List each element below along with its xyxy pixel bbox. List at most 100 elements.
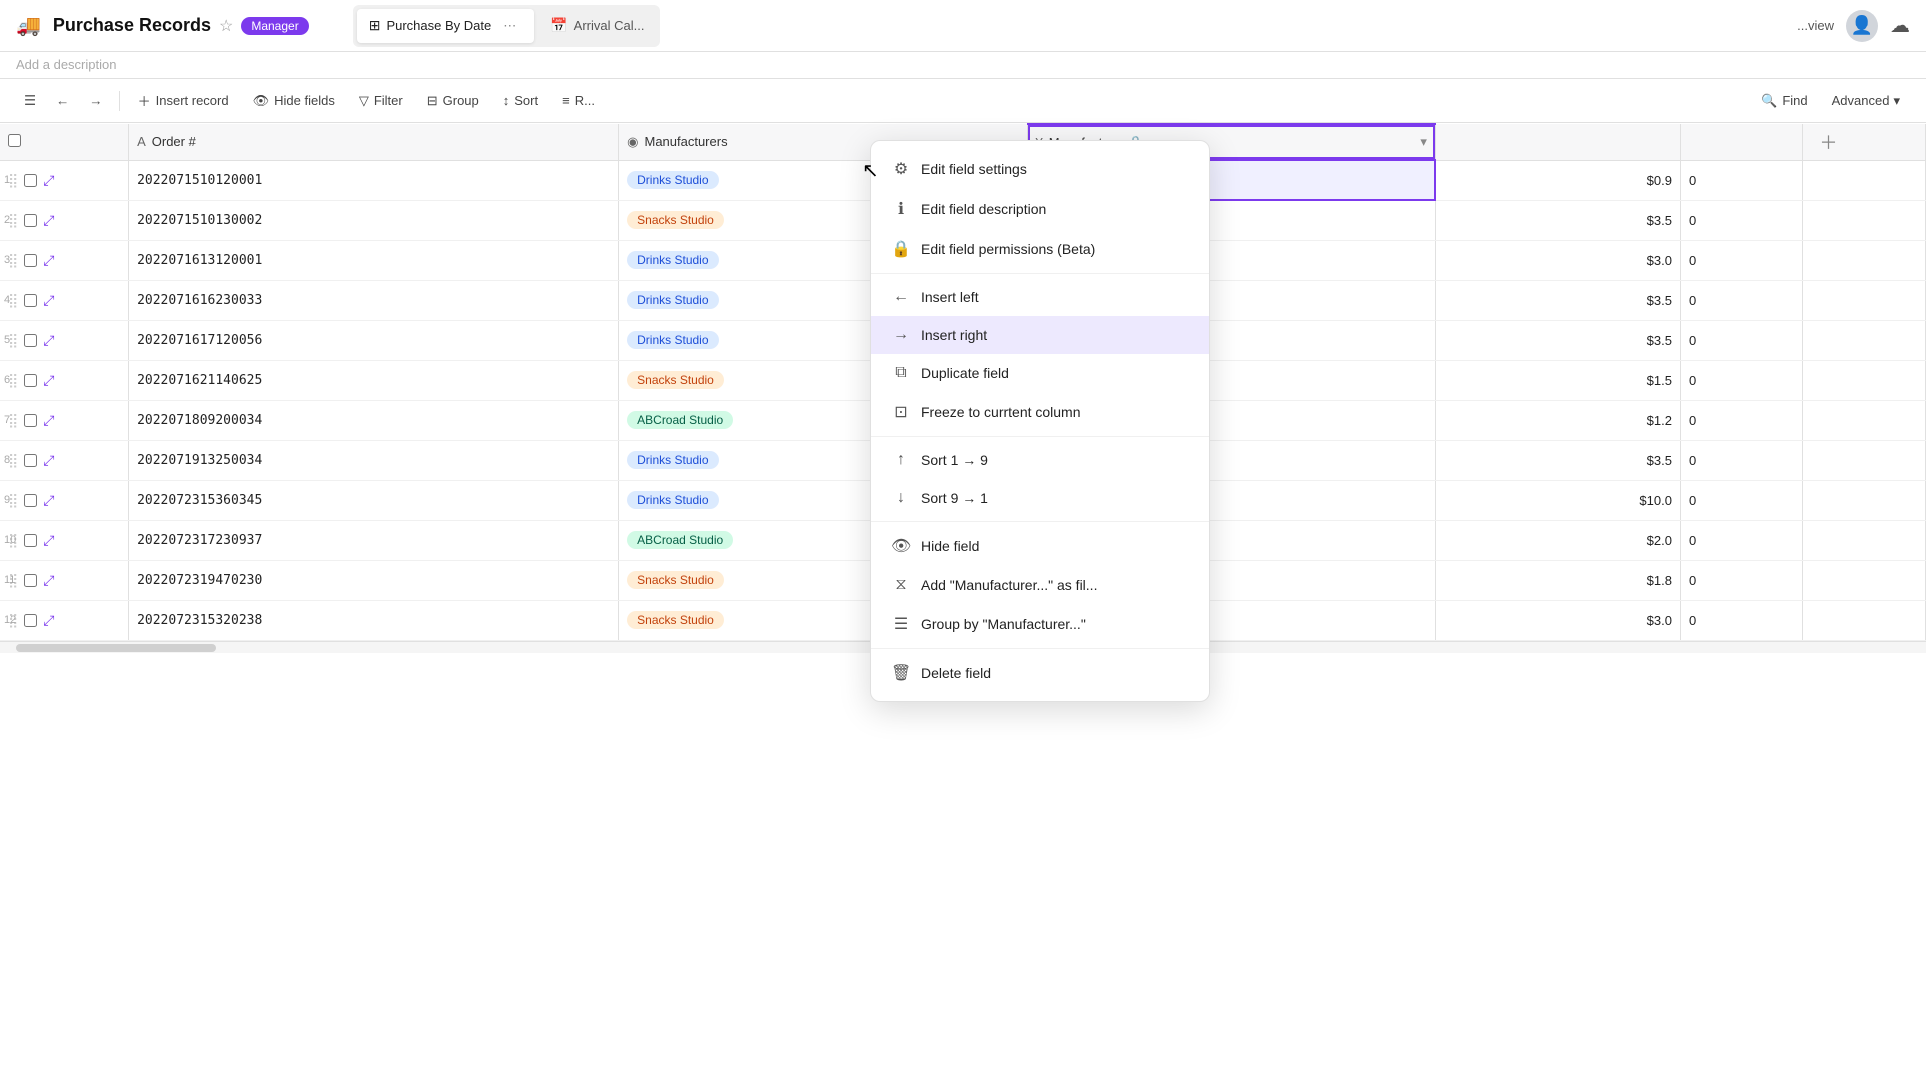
- menu-separator: [871, 436, 1209, 437]
- order-number: 2022071809200034: [137, 413, 262, 428]
- row-rest-cell: 0: [1680, 440, 1803, 480]
- row-order-cell: 2022071913250034: [129, 440, 619, 480]
- expand-icon[interactable]: ⤢: [43, 532, 54, 549]
- row-checkbox[interactable]: [24, 534, 37, 547]
- row-rest-cell: 0: [1680, 480, 1803, 520]
- menu-item-insert-left[interactable]: ← Insert left: [871, 278, 1209, 316]
- menu-item-label-group-by: Group by "Manufacturer...": [921, 616, 1086, 632]
- menu-item-sort-asc[interactable]: ↑ Sort 1 → 9: [871, 441, 1209, 479]
- expand-icon[interactable]: ⤢: [43, 412, 54, 429]
- tab-bar: ⊞ Purchase By Date ⋯ 📅 Arrival Cal...: [353, 5, 661, 47]
- row-price-cell: $0.9: [1435, 160, 1680, 200]
- expand-icon[interactable]: ⤢: [43, 292, 54, 309]
- menu-item-edit-field-description[interactable]: ℹ Edit field description: [871, 189, 1209, 229]
- order-number: 2022072315360345: [137, 493, 262, 508]
- col-header-price[interactable]: [1435, 124, 1680, 160]
- row-check-cell: ⣿ ⤢ 8: [0, 440, 129, 480]
- menu-item-duplicate-field[interactable]: ⧉ Duplicate field: [871, 354, 1209, 392]
- order-number: 2022071510120001: [137, 173, 262, 188]
- row-check-cell: ⣿ ⤢ 1: [0, 160, 129, 200]
- row-checkbox[interactable]: [24, 454, 37, 467]
- row-checkbox[interactable]: [24, 174, 37, 187]
- row-checkbox[interactable]: [24, 294, 37, 307]
- row-rest-cell: 0: [1680, 200, 1803, 240]
- advanced-button[interactable]: Advanced ▾: [1822, 88, 1910, 114]
- hide-fields-button[interactable]: 👁 Hide fields: [243, 88, 345, 114]
- sidebar-toggle[interactable]: ☰: [16, 88, 44, 114]
- add-col-icon[interactable]: ＋: [1811, 133, 1845, 153]
- row-check-cell: ⣿ ⤢ 7: [0, 400, 129, 440]
- menu-item-freeze-column[interactable]: ⊡ Freeze to currtent column: [871, 392, 1209, 432]
- manufacturer-tag: Drinks Studio: [627, 291, 718, 309]
- manufacturer-tag: Snacks Studio: [627, 211, 724, 229]
- description-text[interactable]: Add a description: [16, 57, 116, 72]
- menu-item-edit-field-permissions[interactable]: 🔒 Edit field permissions (Beta): [871, 229, 1209, 269]
- row-extra-cell: [1803, 480, 1926, 520]
- insert-record-button[interactable]: ＋ Insert record: [128, 86, 239, 115]
- row-checkbox[interactable]: [24, 254, 37, 267]
- col-header-rest[interactable]: [1680, 124, 1803, 160]
- order-number: 2022071616230033: [137, 293, 262, 308]
- col-header-add[interactable]: ＋: [1803, 124, 1926, 160]
- menu-item-edit-field-settings[interactable]: ⚙ Edit field settings: [871, 149, 1209, 189]
- star-icon[interactable]: ☆: [219, 16, 233, 36]
- select-all-checkbox[interactable]: [8, 134, 21, 147]
- row-checkbox[interactable]: [24, 494, 37, 507]
- find-button[interactable]: 🔍 Find: [1751, 88, 1817, 114]
- expand-icon[interactable]: ⤢: [43, 612, 54, 629]
- menu-item-label-freeze-column: Freeze to currtent column: [921, 404, 1081, 420]
- order-number: 2022072317230937: [137, 533, 262, 548]
- row-check-cell: ⣿ ⤢ 6: [0, 360, 129, 400]
- menu-item-add-as-filter[interactable]: ⧖ Add "Manufacturer..." as fil...: [871, 566, 1209, 604]
- menu-item-hide-field[interactable]: 👁 Hide field: [871, 526, 1209, 566]
- forward-button[interactable]: →: [81, 88, 110, 113]
- col-header-check[interactable]: [0, 124, 129, 160]
- back-button[interactable]: ←: [48, 88, 77, 113]
- avatar[interactable]: 👤: [1846, 10, 1878, 42]
- tab-purchase-by-date[interactable]: ⊞ Purchase By Date ⋯: [357, 9, 535, 43]
- order-number: 2022072315320238: [137, 613, 262, 628]
- col-menu-btn[interactable]: ▾: [1420, 134, 1427, 150]
- menu-item-sort-desc[interactable]: ↓ Sort 9 → 1: [871, 479, 1209, 517]
- menu-item-insert-right[interactable]: → Insert right: [871, 316, 1209, 354]
- row-checkbox[interactable]: [24, 614, 37, 627]
- row-order-cell: 2022071510130002: [129, 200, 619, 240]
- row-height-button[interactable]: ≡ R...: [552, 88, 605, 113]
- sort-button[interactable]: ↕ Sort: [493, 88, 548, 113]
- menu-separator: [871, 273, 1209, 274]
- expand-icon[interactable]: ⤢: [43, 372, 54, 389]
- menu-item-label-edit-field-settings: Edit field settings: [921, 161, 1027, 177]
- scrollbar-thumb[interactable]: [16, 644, 216, 652]
- menu-separator: [871, 648, 1209, 649]
- row-checkbox[interactable]: [24, 334, 37, 347]
- group-button[interactable]: ⊟ Group: [417, 88, 489, 114]
- expand-icon[interactable]: ⤢: [43, 252, 54, 269]
- filter-button[interactable]: ▽ Filter: [349, 88, 413, 114]
- expand-icon[interactable]: ⤢: [43, 212, 54, 229]
- menu-item-label-delete-field: Delete field: [921, 665, 991, 681]
- row-checkbox[interactable]: [24, 574, 37, 587]
- expand-icon[interactable]: ⤢: [43, 172, 54, 189]
- tab-purchase-menu[interactable]: ⋯: [497, 14, 522, 38]
- row-price-cell: $3.5: [1435, 280, 1680, 320]
- manufacturer-tag: Drinks Studio: [627, 451, 718, 469]
- row-checkbox[interactable]: [24, 414, 37, 427]
- expand-icon[interactable]: ⤢: [43, 452, 54, 469]
- col-header-order[interactable]: A Order #: [129, 124, 619, 160]
- menu-item-delete-field[interactable]: 🗑 Delete field: [871, 653, 1209, 693]
- row-rest-cell: 0: [1680, 360, 1803, 400]
- tab-arrival-cal[interactable]: 📅 Arrival Cal...: [538, 12, 656, 39]
- toolbar: ☰ ← → ＋ Insert record 👁 Hide fields ▽ Fi…: [0, 79, 1926, 123]
- menu-item-group-by[interactable]: ☰ Group by "Manufacturer...": [871, 604, 1209, 644]
- expand-icon[interactable]: ⤢: [43, 492, 54, 509]
- expand-icon[interactable]: ⤢: [43, 332, 54, 349]
- expand-icon[interactable]: ⤢: [43, 572, 54, 589]
- row-checkbox[interactable]: [24, 374, 37, 387]
- find-label: Find: [1782, 93, 1807, 108]
- menu-item-icon-sort-asc: ↑: [891, 451, 911, 469]
- row-checkbox[interactable]: [24, 214, 37, 227]
- advanced-label: Advanced: [1832, 93, 1890, 108]
- tab-purchase-label: Purchase By Date: [386, 18, 491, 33]
- row-rest-cell: 0: [1680, 160, 1803, 200]
- group-label: Group: [443, 93, 479, 108]
